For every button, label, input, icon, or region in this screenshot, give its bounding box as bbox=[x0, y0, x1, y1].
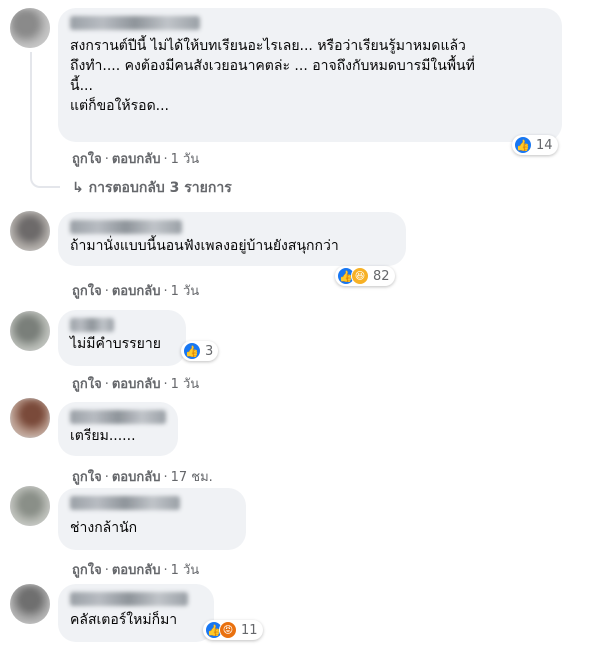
separator: · bbox=[104, 563, 109, 578]
commenter-name-blurred[interactable] bbox=[70, 318, 114, 332]
reaction-count: 3 bbox=[205, 343, 214, 359]
reaction-count: 11 bbox=[241, 622, 258, 638]
angry-icon: 😡 bbox=[219, 621, 237, 639]
comment-text: ถ้ามานั่งแบบนี้นอนฟังเพลงอยู่บ้านยังสนุก… bbox=[70, 238, 339, 254]
reply-link[interactable]: ตอบกลับ bbox=[112, 152, 161, 167]
separator: · bbox=[104, 470, 109, 485]
avatar[interactable] bbox=[10, 8, 50, 48]
timestamp[interactable]: 17 ชม. bbox=[171, 470, 213, 485]
reply-link[interactable]: ตอบกลับ bbox=[112, 284, 161, 299]
commenter-name-blurred[interactable] bbox=[70, 410, 166, 424]
reply-arrow-icon: ↳ bbox=[72, 180, 84, 196]
separator: · bbox=[104, 284, 109, 299]
comment-actions: ถูกใจ · ตอบกลับ · 1 วัน bbox=[72, 559, 199, 580]
comment-actions: ถูกใจ · ตอบกลับ · 1 วัน bbox=[72, 148, 199, 169]
commenter-name-blurred[interactable] bbox=[70, 220, 182, 234]
comment-text: คลัสเตอร์ใหม่ก็มา bbox=[70, 612, 178, 628]
comment-text: สงกรานต์ปีนี้ ไม่ได้ให้บทเรียนอะไรเลย...… bbox=[70, 38, 475, 114]
separator: · bbox=[104, 377, 109, 392]
avatar[interactable] bbox=[10, 486, 50, 526]
commenter-name-blurred[interactable] bbox=[70, 496, 180, 510]
comment-bubble: คลัสเตอร์ใหม่ก็มา bbox=[58, 584, 214, 642]
reaction-count: 82 bbox=[373, 268, 390, 284]
separator: · bbox=[163, 152, 168, 167]
like-link[interactable]: ถูกใจ bbox=[72, 470, 102, 485]
view-replies-label: การตอบกลับ 3 รายการ bbox=[88, 180, 232, 196]
avatar[interactable] bbox=[10, 584, 50, 624]
like-link[interactable]: ถูกใจ bbox=[72, 377, 102, 392]
reaction-summary[interactable]: 👍 😡 11 bbox=[203, 620, 263, 640]
avatar[interactable] bbox=[10, 398, 50, 438]
avatar[interactable] bbox=[10, 311, 50, 351]
comment-text: เตรียม...... bbox=[70, 428, 136, 444]
comment-bubble: ถ้ามานั่งแบบนี้นอนฟังเพลงอยู่บ้านยังสนุก… bbox=[58, 212, 406, 266]
like-link[interactable]: ถูกใจ bbox=[72, 152, 102, 167]
like-link[interactable]: ถูกใจ bbox=[72, 284, 102, 299]
reply-link[interactable]: ตอบกลับ bbox=[112, 563, 161, 578]
reaction-summary[interactable]: 👍 3 bbox=[181, 341, 219, 361]
comment-actions: ถูกใจ · ตอบกลับ · 1 วัน bbox=[72, 280, 199, 301]
reaction-summary[interactable]: 👍 14 bbox=[512, 135, 558, 155]
like-icon: 👍 bbox=[514, 136, 532, 154]
comment-actions: ถูกใจ · ตอบกลับ · 1 วัน bbox=[72, 373, 199, 394]
separator: · bbox=[163, 377, 168, 392]
avatar[interactable] bbox=[10, 211, 50, 251]
reply-link[interactable]: ตอบกลับ bbox=[112, 470, 161, 485]
view-replies-link[interactable]: ↳ การตอบกลับ 3 รายการ bbox=[72, 177, 232, 199]
comment-bubble: เตรียม...... bbox=[58, 402, 178, 456]
comment-bubble: สงกรานต์ปีนี้ ไม่ได้ให้บทเรียนอะไรเลย...… bbox=[58, 8, 562, 142]
commenter-name-blurred[interactable] bbox=[70, 592, 188, 606]
timestamp[interactable]: 1 วัน bbox=[171, 377, 200, 392]
reaction-count: 14 bbox=[536, 137, 553, 153]
reaction-summary[interactable]: 👍 😆 82 bbox=[335, 266, 395, 286]
comment-actions: ถูกใจ · ตอบกลับ · 17 ชม. bbox=[72, 466, 213, 487]
timestamp[interactable]: 1 วัน bbox=[171, 563, 200, 578]
timestamp[interactable]: 1 วัน bbox=[171, 152, 200, 167]
like-link[interactable]: ถูกใจ bbox=[72, 563, 102, 578]
comment-text: ช่างกล้านัก bbox=[70, 520, 138, 536]
like-icon: 👍 bbox=[183, 342, 201, 360]
separator: · bbox=[163, 470, 168, 485]
timestamp[interactable]: 1 วัน bbox=[171, 284, 200, 299]
comment-text: ไม่มีคำบรรยาย bbox=[70, 336, 161, 352]
commenter-name-blurred[interactable] bbox=[70, 16, 200, 30]
separator: · bbox=[104, 152, 109, 167]
separator: · bbox=[163, 563, 168, 578]
reply-thread-line bbox=[30, 52, 60, 188]
haha-icon: 😆 bbox=[351, 267, 369, 285]
comment-bubble: ไม่มีคำบรรยาย bbox=[58, 310, 186, 366]
reply-link[interactable]: ตอบกลับ bbox=[112, 377, 161, 392]
comment-bubble: ช่างกล้านัก bbox=[58, 488, 246, 550]
separator: · bbox=[163, 284, 168, 299]
